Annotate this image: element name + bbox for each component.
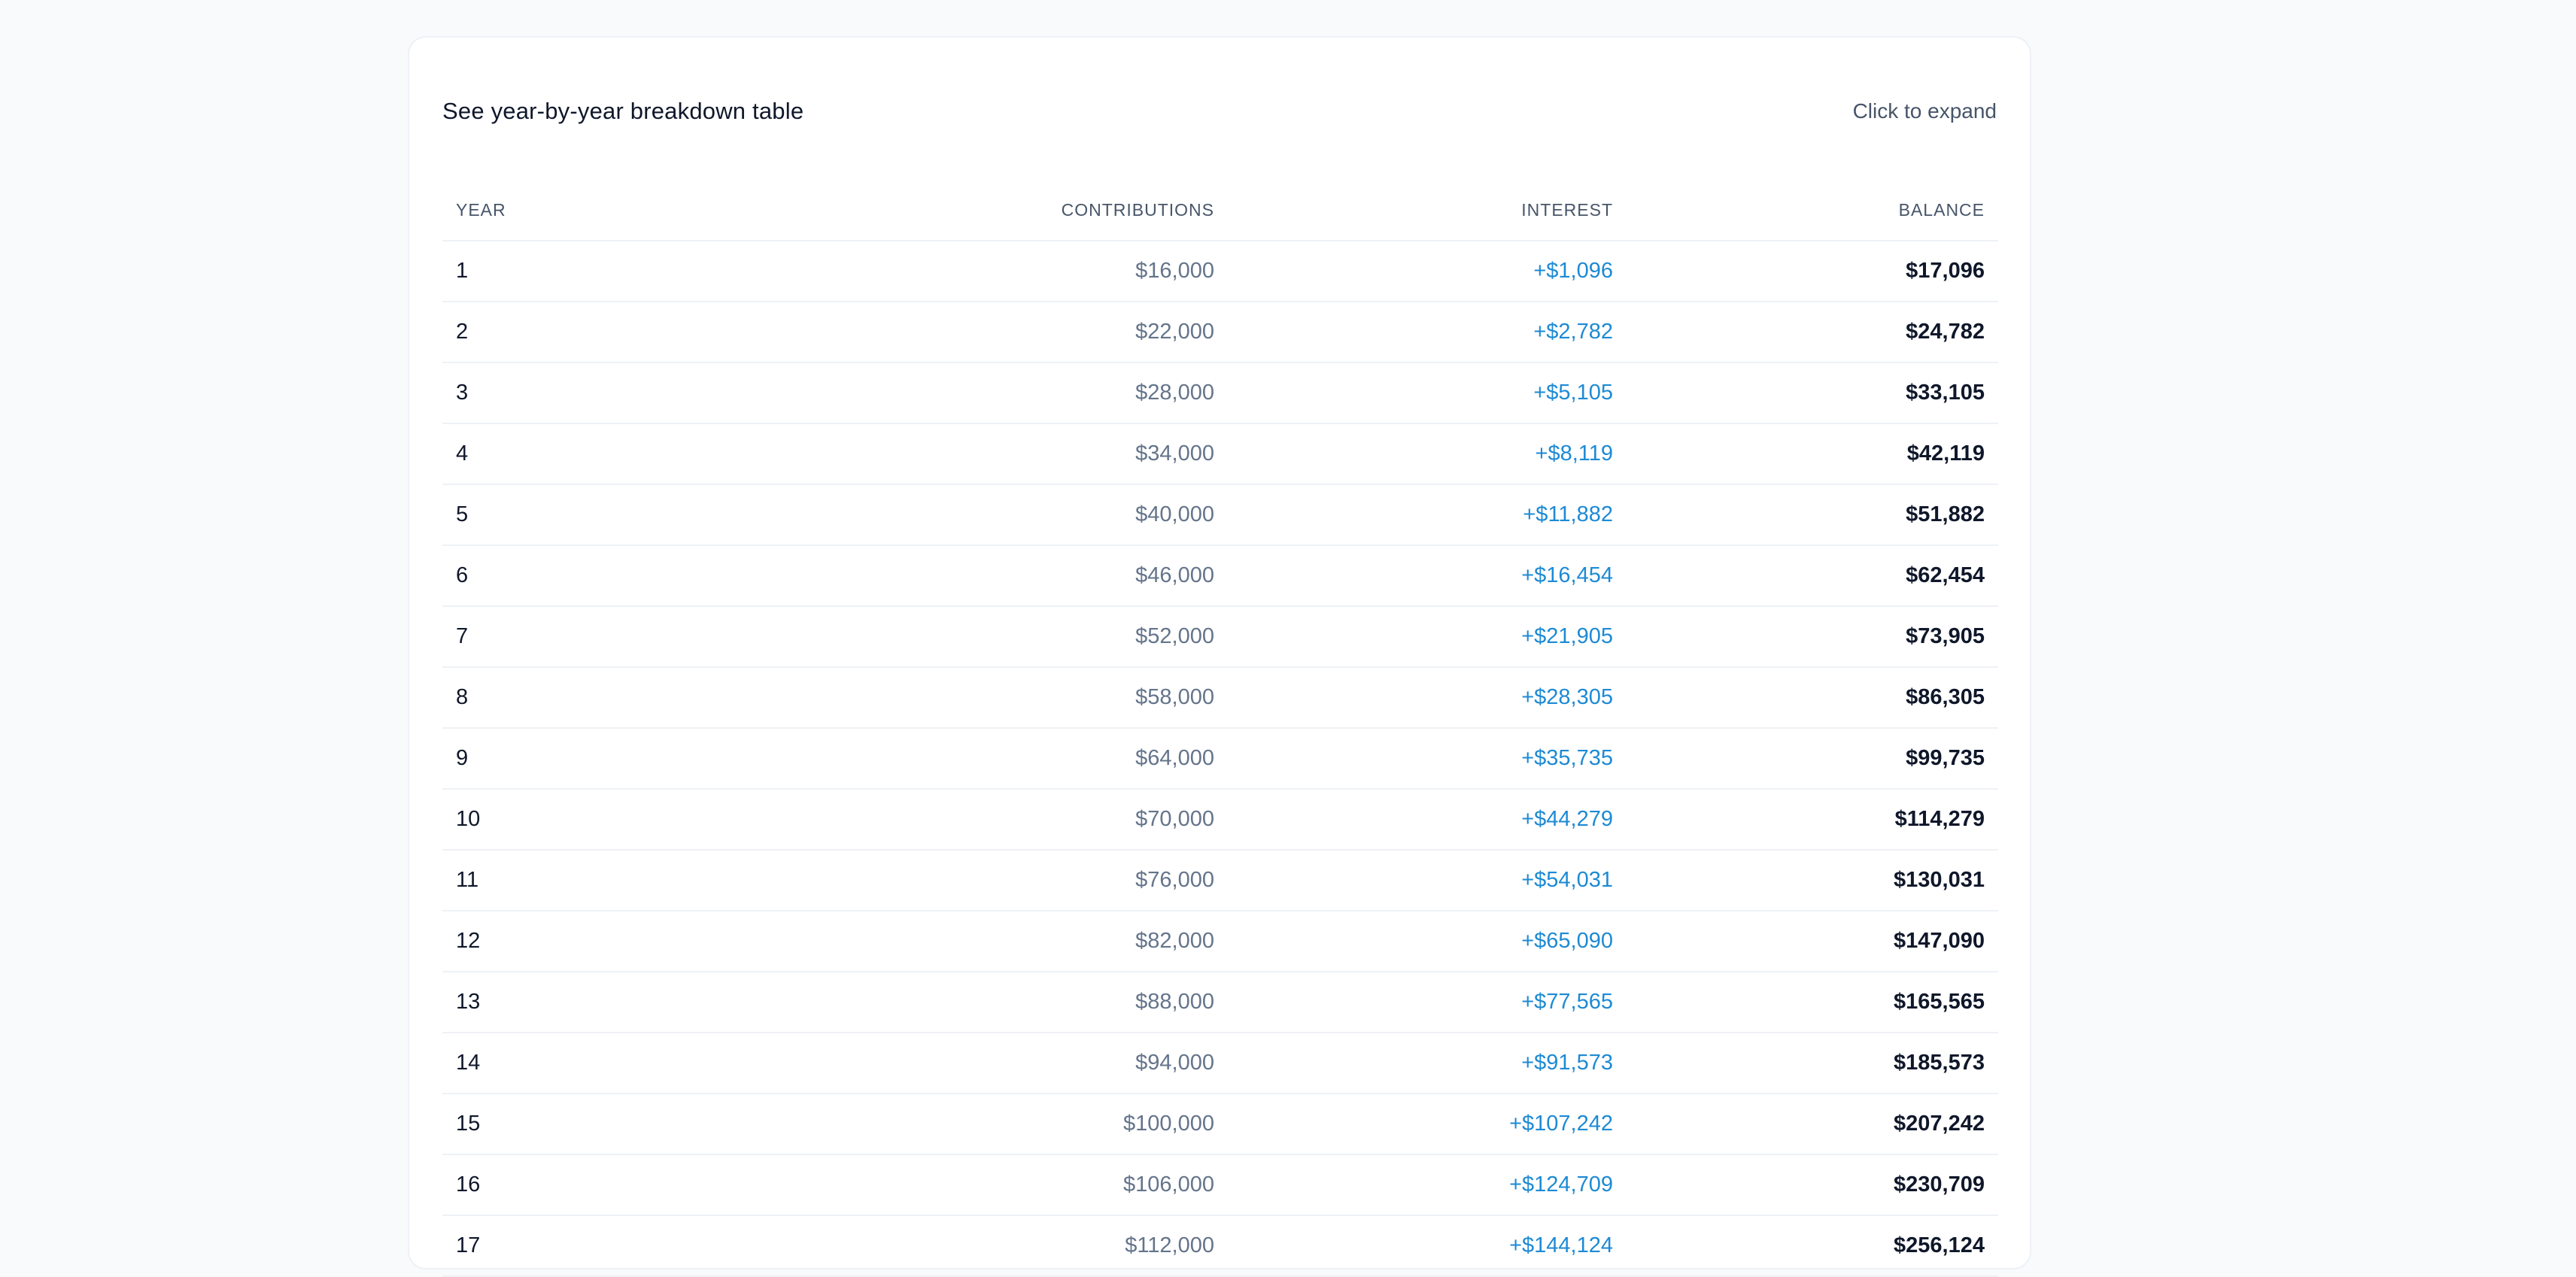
cell-balance: $147,090 [1627,911,1998,972]
cell-contributions: $58,000 [618,667,1228,729]
cell-year: 15 [442,1093,618,1155]
cell-interest: +$35,735 [1228,728,1627,790]
cell-contributions: $28,000 [618,362,1228,424]
table-row: 12 $82,000 +$65,090 $147,090 [442,911,1998,972]
table-row: 13 $88,000 +$77,565 $165,565 [442,972,1998,1033]
cell-year: 2 [442,302,618,363]
cell-balance: $256,124 [1627,1215,1998,1277]
cell-balance: $51,882 [1627,484,1998,546]
table-row: 2 $22,000 +$2,782 $24,782 [442,302,1998,363]
cell-contributions: $40,000 [618,484,1228,546]
cell-balance: $230,709 [1627,1154,1998,1216]
cell-interest: +$77,565 [1228,972,1627,1033]
cell-interest: +$107,242 [1228,1093,1627,1155]
table-row: 14 $94,000 +$91,573 $185,573 [442,1033,1998,1094]
table-row: 17 $112,000 +$144,124 $256,124 [442,1215,1998,1277]
cell-interest: +$65,090 [1228,911,1627,972]
cell-balance: $165,565 [1627,972,1998,1033]
table-row: 10 $70,000 +$44,279 $114,279 [442,789,1998,851]
table-row: 8 $58,000 +$28,305 $86,305 [442,667,1998,729]
cell-contributions: $52,000 [618,606,1228,668]
breakdown-header[interactable]: See year-by-year breakdown table Click t… [442,90,1997,132]
table-row: 5 $40,000 +$11,882 $51,882 [442,484,1998,546]
cell-year: 6 [442,545,618,607]
cell-interest: +$124,709 [1228,1154,1627,1216]
breakdown-title: See year-by-year breakdown table [442,98,804,124]
cell-contributions: $22,000 [618,302,1228,363]
breakdown-table: YEAR CONTRIBUTIONS INTEREST BALANCE 1 $16… [442,180,1998,1277]
table-row: 7 $52,000 +$21,905 $73,905 [442,606,1998,668]
table-body: 1 $16,000 +$1,096 $17,096 2 $22,000 +$2,782 $24… [442,241,1998,1277]
cell-year: 17 [442,1215,618,1277]
expand-toggle[interactable]: Click to expand [1853,99,1997,123]
cell-year: 16 [442,1154,618,1216]
cell-interest: +$54,031 [1228,850,1627,911]
cell-year: 9 [442,728,618,790]
cell-interest: +$44,279 [1228,789,1627,851]
cell-year: 14 [442,1033,618,1094]
cell-contributions: $70,000 [618,789,1228,851]
column-header-contributions: CONTRIBUTIONS [618,180,1228,241]
cell-contributions: $64,000 [618,728,1228,790]
table-row: 15 $100,000 +$107,242 $207,242 [442,1093,1998,1155]
table-row: 16 $106,000 +$124,709 $230,709 [442,1154,1998,1216]
cell-year: 3 [442,362,618,424]
cell-balance: $17,096 [1627,241,1998,302]
column-header-balance: BALANCE [1627,180,1998,241]
table-row: 6 $46,000 +$16,454 $62,454 [442,545,1998,607]
table-row: 3 $28,000 +$5,105 $33,105 [442,362,1998,424]
cell-balance: $73,905 [1627,606,1998,668]
cell-balance: $62,454 [1627,545,1998,607]
table-row: 4 $34,000 +$8,119 $42,119 [442,423,1998,485]
table-row: 11 $76,000 +$54,031 $130,031 [442,850,1998,911]
cell-contributions: $82,000 [618,911,1228,972]
column-header-year: YEAR [442,180,618,241]
cell-interest: +$28,305 [1228,667,1627,729]
cell-contributions: $106,000 [618,1154,1228,1216]
cell-balance: $185,573 [1627,1033,1998,1094]
table-header-row: YEAR CONTRIBUTIONS INTEREST BALANCE [442,180,1998,241]
cell-interest: +$16,454 [1228,545,1627,607]
cell-interest: +$91,573 [1228,1033,1627,1094]
cell-contributions: $100,000 [618,1093,1228,1155]
breakdown-card: See year-by-year breakdown table Click t… [408,36,2031,1277]
cell-balance: $207,242 [1627,1093,1998,1155]
cell-interest: +$5,105 [1228,362,1627,424]
cell-balance: $24,782 [1627,302,1998,363]
cell-year: 1 [442,241,618,302]
cell-contributions: $76,000 [618,850,1228,911]
cell-year: 5 [442,484,618,546]
cell-interest: +$2,782 [1228,302,1627,363]
cell-interest: +$11,882 [1228,484,1627,546]
table-row: 1 $16,000 +$1,096 $17,096 [442,241,1998,302]
cell-year: 11 [442,850,618,911]
cell-contributions: $16,000 [618,241,1228,302]
breakdown-table-wrap: YEAR CONTRIBUTIONS INTEREST BALANCE 1 $16… [442,180,1998,1277]
cell-balance: $33,105 [1627,362,1998,424]
cell-contributions: $112,000 [618,1215,1228,1277]
cell-year: 10 [442,789,618,851]
cell-year: 7 [442,606,618,668]
cell-year: 12 [442,911,618,972]
cell-balance: $86,305 [1627,667,1998,729]
cell-year: 13 [442,972,618,1033]
table-row: 9 $64,000 +$35,735 $99,735 [442,728,1998,790]
column-header-interest: INTEREST [1228,180,1627,241]
cell-interest: +$21,905 [1228,606,1627,668]
cell-balance: $130,031 [1627,850,1998,911]
cell-balance: $42,119 [1627,423,1998,485]
cell-balance: $114,279 [1627,789,1998,851]
cell-balance: $99,735 [1627,728,1998,790]
cell-contributions: $94,000 [618,1033,1228,1094]
cell-interest: +$1,096 [1228,241,1627,302]
cell-year: 4 [442,423,618,485]
cell-contributions: $88,000 [618,972,1228,1033]
cell-contributions: $34,000 [618,423,1228,485]
cell-interest: +$8,119 [1228,423,1627,485]
cell-interest: +$144,124 [1228,1215,1627,1277]
cell-year: 8 [442,667,618,729]
cell-contributions: $46,000 [618,545,1228,607]
